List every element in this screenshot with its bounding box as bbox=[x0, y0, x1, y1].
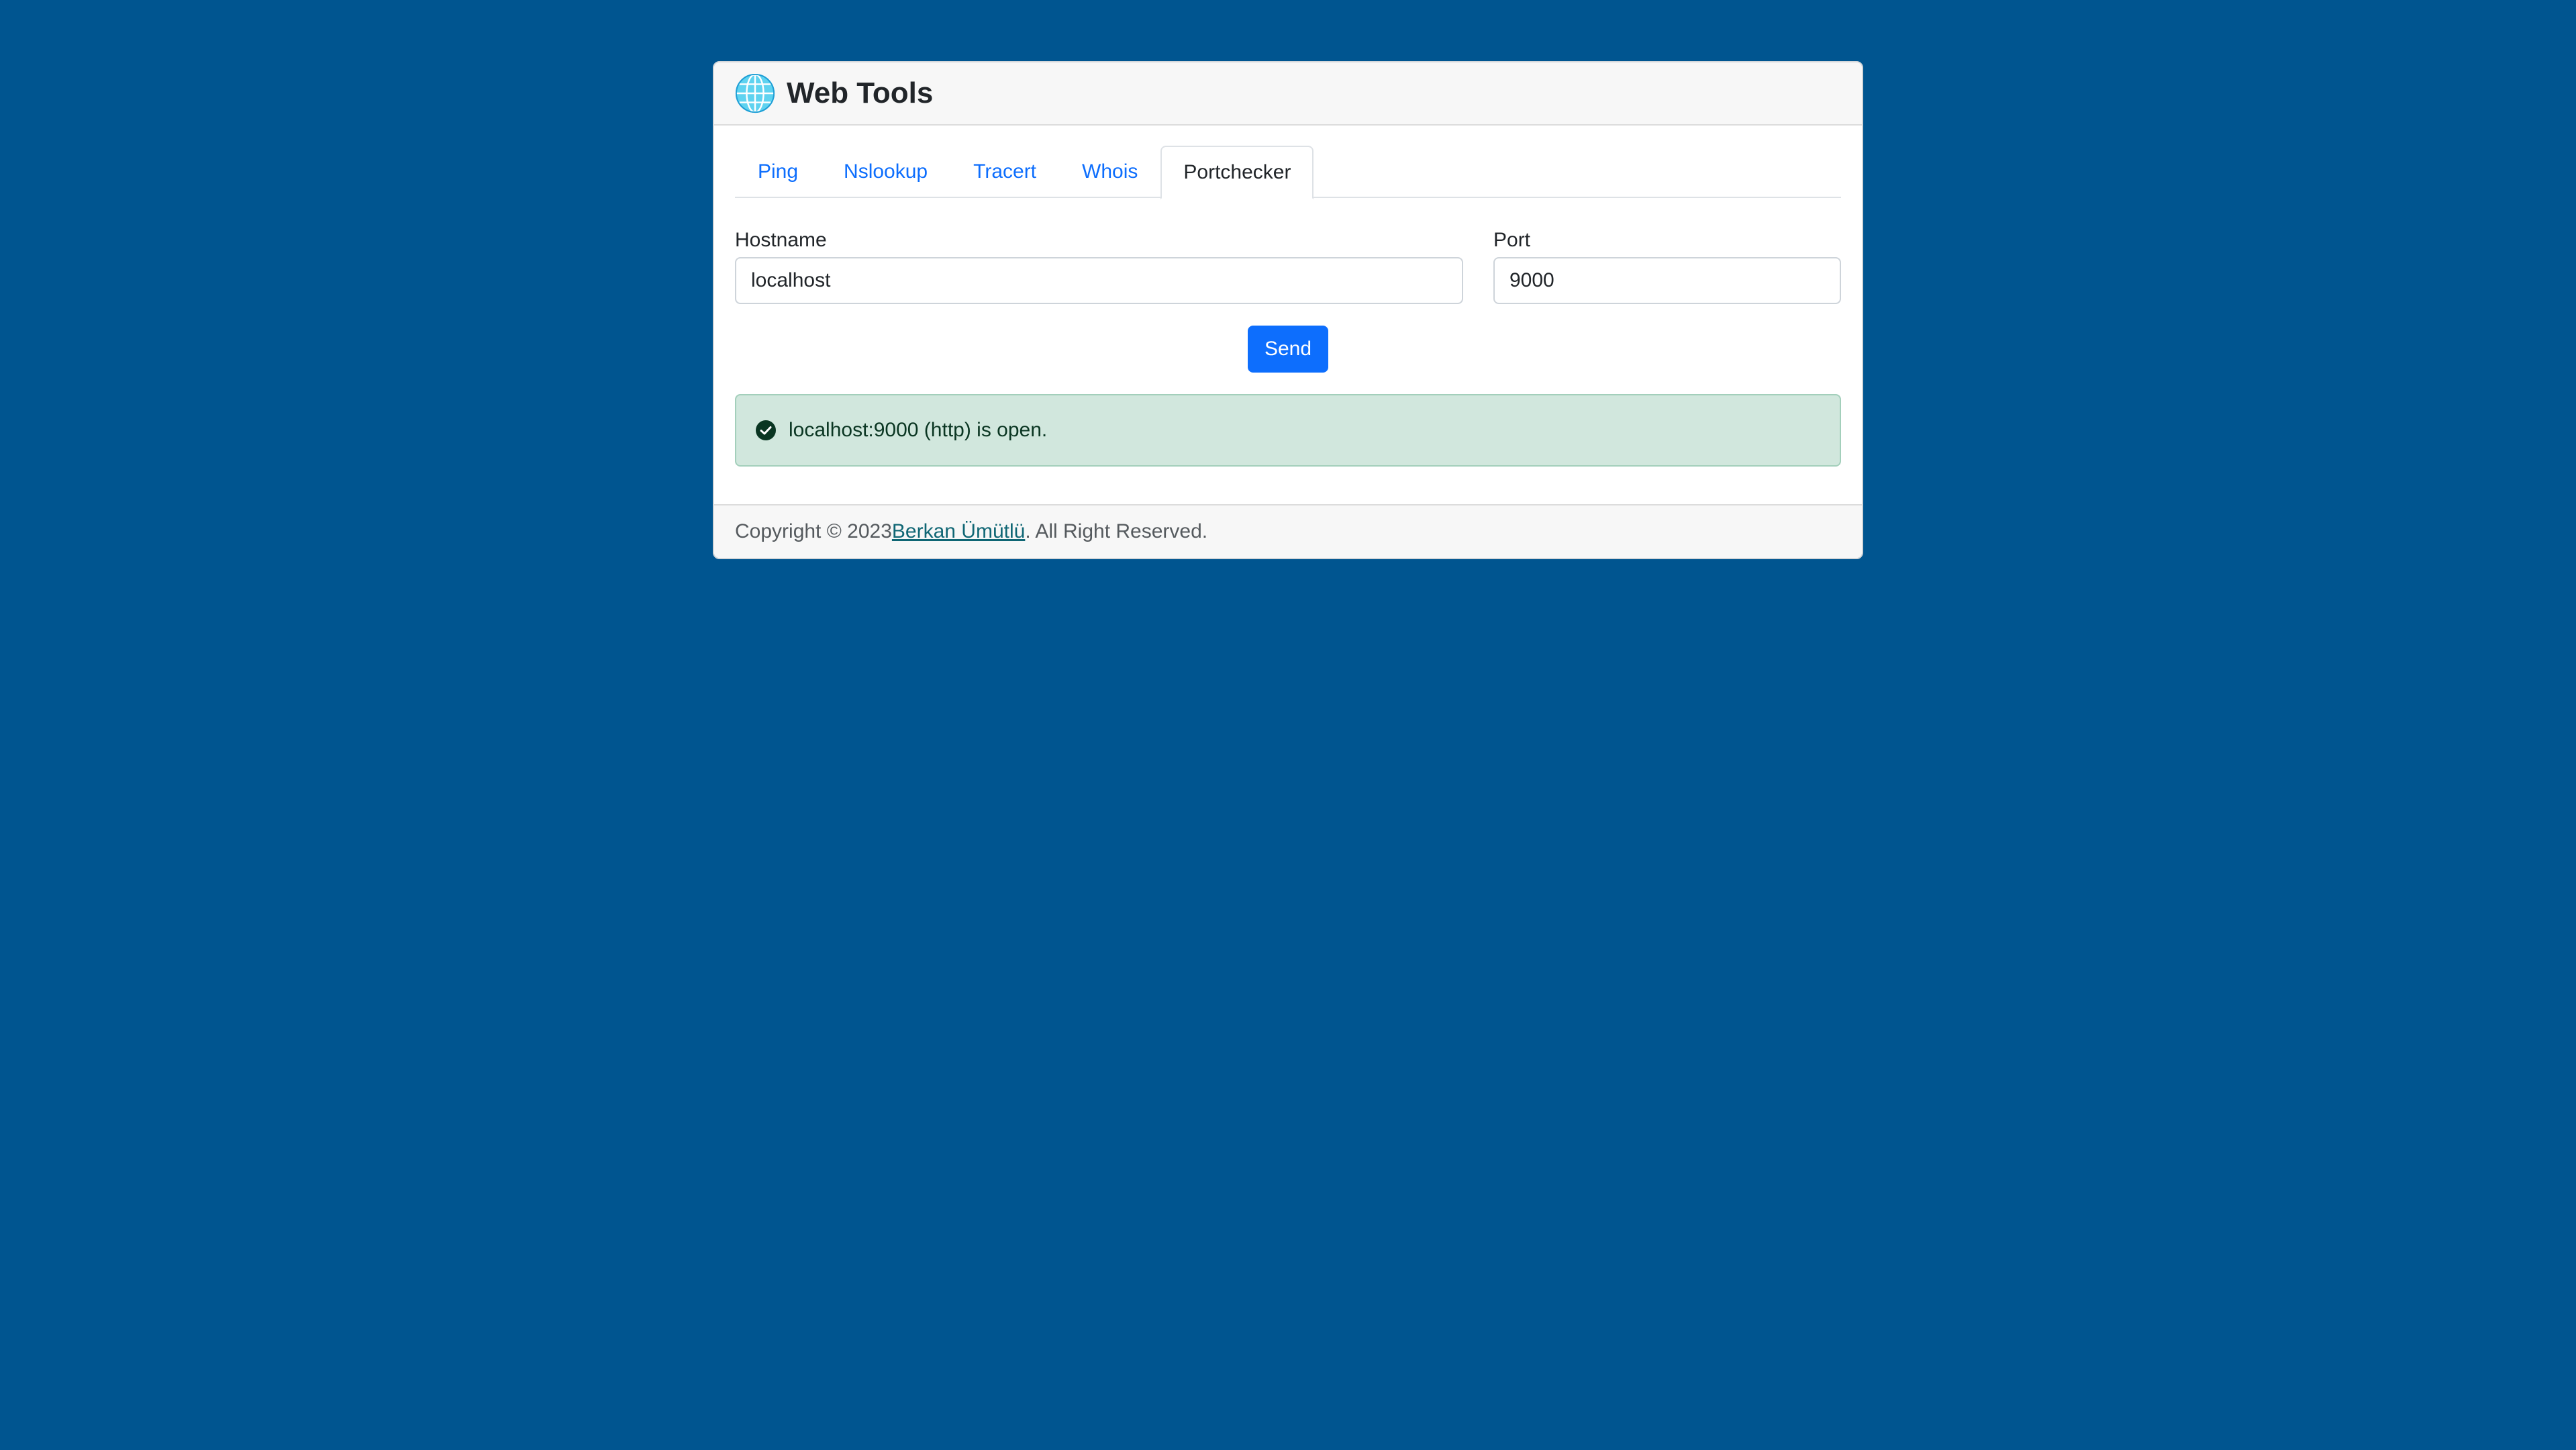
portchecker-form: Hostname Port bbox=[735, 229, 1841, 304]
tool-tabs: Ping Nslookup Tracert Whois Portchecker bbox=[735, 146, 1841, 199]
check-circle-icon bbox=[755, 420, 777, 441]
result-message: localhost:9000 (http) is open. bbox=[789, 419, 1048, 441]
copyright-suffix: . All Right Reserved. bbox=[1025, 520, 1208, 542]
port-input[interactable] bbox=[1493, 257, 1841, 304]
web-tools-card: Web Tools Ping Nslookup Tracert Whois Po… bbox=[713, 61, 1863, 559]
card-body: Ping Nslookup Tracert Whois Portchecker … bbox=[714, 126, 1862, 467]
tab-portchecker[interactable]: Portchecker bbox=[1160, 146, 1314, 199]
card-footer: Copyright © 2023 Berkan Ümütlü. All Righ… bbox=[714, 504, 1862, 558]
hostname-input[interactable] bbox=[735, 257, 1463, 304]
hostname-field-group: Hostname bbox=[735, 229, 1463, 304]
copyright-prefix: Copyright © 2023 bbox=[735, 520, 892, 542]
port-field-group: Port bbox=[1493, 229, 1841, 304]
send-wrap: Send bbox=[735, 326, 1841, 373]
port-label: Port bbox=[1493, 229, 1531, 251]
tab-ping[interactable]: Ping bbox=[735, 146, 821, 198]
author-link[interactable]: Berkan Ümütlü bbox=[892, 520, 1025, 543]
globe-icon bbox=[734, 72, 776, 114]
tab-nslookup[interactable]: Nslookup bbox=[821, 146, 950, 198]
tab-tracert[interactable]: Tracert bbox=[950, 146, 1059, 198]
result-alert: localhost:9000 (http) is open. bbox=[735, 394, 1841, 467]
hostname-label: Hostname bbox=[735, 229, 827, 251]
card-header: Web Tools bbox=[714, 62, 1862, 126]
tab-whois[interactable]: Whois bbox=[1059, 146, 1160, 198]
app-title: Web Tools bbox=[787, 77, 934, 109]
send-button[interactable]: Send bbox=[1248, 326, 1328, 373]
